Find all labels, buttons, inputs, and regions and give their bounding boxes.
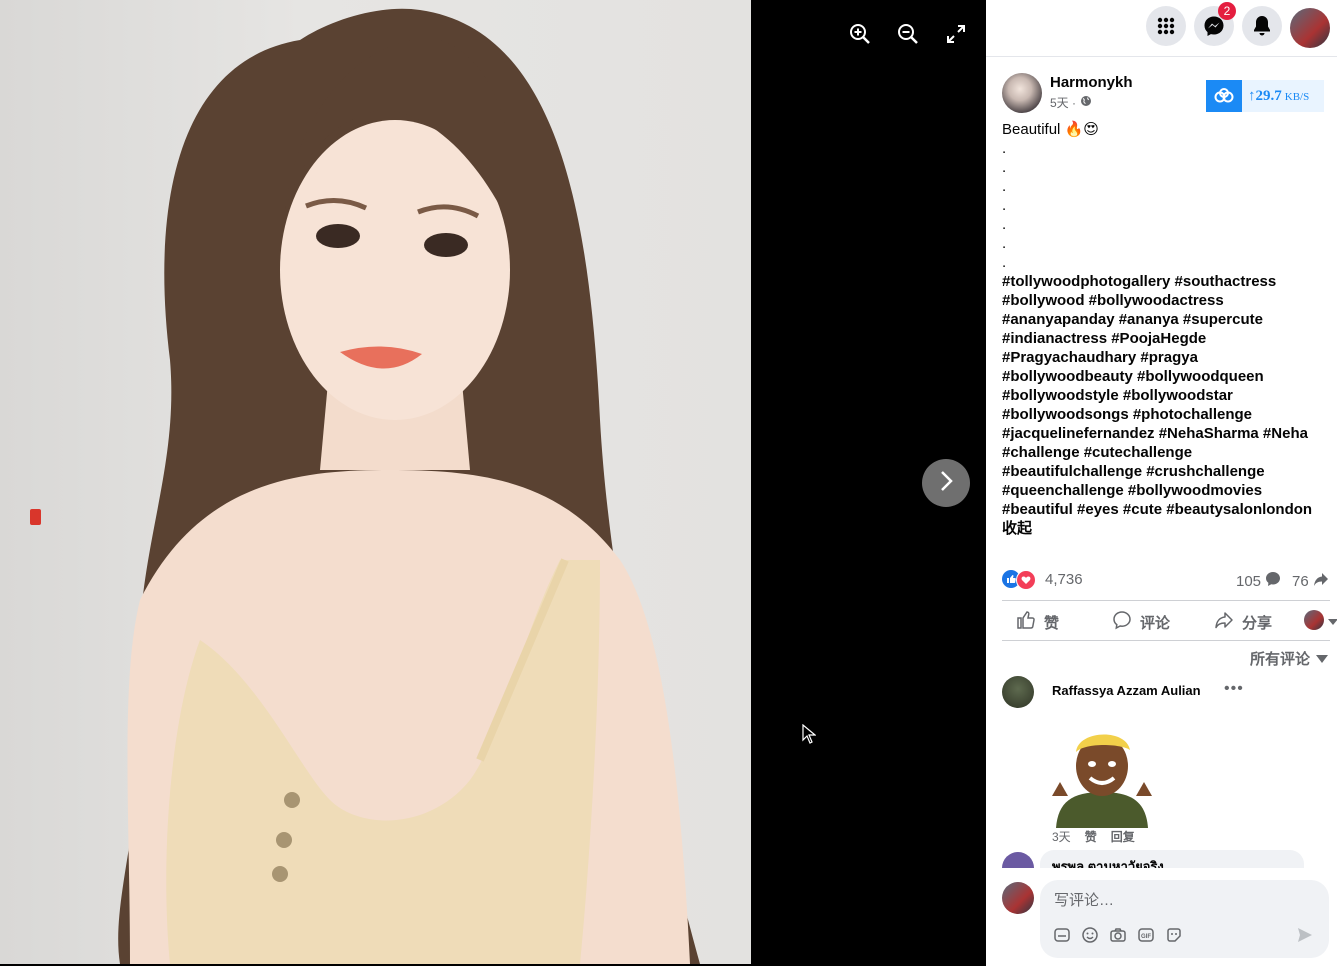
hashtag-line[interactable]: #challenge #cutechallenge xyxy=(1002,443,1332,462)
next-photo-button[interactable] xyxy=(922,459,970,507)
comment-count-link[interactable]: 105 xyxy=(1236,571,1281,591)
speed-unit: KB/S xyxy=(1284,90,1310,103)
caption-dot: . xyxy=(1002,235,1007,252)
cloud-logo-icon xyxy=(1206,80,1242,112)
post-author[interactable]: Harmonykh xyxy=(1050,74,1133,91)
post-meta: 5天 · xyxy=(1050,94,1092,111)
comment-composer: GIF xyxy=(1040,880,1329,958)
reaction-count[interactable]: 4,736 xyxy=(1045,571,1083,588)
collapse-link[interactable]: 收起 xyxy=(1002,519,1332,538)
divider xyxy=(1002,600,1330,601)
avatar-sticker-icon[interactable] xyxy=(1052,925,1072,945)
author-avatar[interactable] xyxy=(1002,73,1042,113)
caret-down-icon xyxy=(1316,650,1329,667)
commenter-name[interactable]: พรพล ตามหาวัยจริง xyxy=(1052,856,1164,868)
caption-dot: . xyxy=(1002,197,1007,214)
hashtag-line[interactable]: #bollywoodbeauty #bollywoodqueen xyxy=(1002,367,1332,386)
comment-meta: 3天 赞 回复 xyxy=(1052,828,1135,845)
commenter-name[interactable]: Raffassya Azzam Aulian xyxy=(1052,683,1201,698)
share-button[interactable]: 分享 xyxy=(1214,610,1272,634)
hashtag-list: #tollywoodphotogallery #southactress #bo… xyxy=(1002,272,1332,519)
comment-input[interactable] xyxy=(1052,888,1316,912)
fullscreen-icon[interactable] xyxy=(942,20,970,48)
caption-dot: . xyxy=(1002,254,1007,271)
hashtag-line[interactable]: #Pragyachaudhary #pragya xyxy=(1002,348,1332,367)
post-photo[interactable] xyxy=(0,0,751,964)
gif-icon[interactable]: GIF xyxy=(1136,925,1156,945)
zoom-in-icon[interactable] xyxy=(846,20,874,48)
hashtag-line[interactable]: #jacquelinefernandez #NehaSharma #Neha xyxy=(1002,424,1332,443)
comment-sticker xyxy=(1042,722,1162,828)
red-tag-icon xyxy=(30,509,41,525)
messenger-badge: 2 xyxy=(1218,2,1236,20)
comment-bubble: พรพล ตามหาวัยจริง xyxy=(1040,850,1304,868)
speed-value: 29.7 xyxy=(1255,87,1282,104)
post-action-bar: 赞 评论 分享 xyxy=(1002,602,1337,640)
comment-filter-label: 所有评论 xyxy=(1250,651,1311,668)
thumbs-up-icon xyxy=(1016,610,1036,634)
network-speed-widget: ↑29.7 KB/S xyxy=(1206,80,1324,112)
hashtag-line[interactable]: #queenchallenge #bollywoodmovies xyxy=(1002,481,1332,500)
svg-text:GIF: GIF xyxy=(1141,934,1151,940)
post-body: Beautiful 🔥😍 . . . . . . . #tollywoodpho… xyxy=(1002,120,1332,538)
caption-dot: . xyxy=(1002,159,1007,176)
photo-viewer xyxy=(0,0,986,966)
love-reaction-icon xyxy=(1016,570,1036,590)
comment-like-link[interactable]: 赞 xyxy=(1085,828,1097,845)
send-icon[interactable] xyxy=(1295,925,1315,945)
bell-icon[interactable] xyxy=(1242,6,1282,46)
post-time[interactable]: 5天 · xyxy=(1050,94,1076,111)
comment-bubble-icon xyxy=(1265,571,1281,591)
my-avatar[interactable] xyxy=(1002,882,1034,914)
portrait-illustration xyxy=(118,8,700,964)
zoom-out-icon[interactable] xyxy=(894,20,922,48)
grid-menu-icon[interactable] xyxy=(1146,6,1186,46)
camera-icon[interactable] xyxy=(1108,925,1128,945)
post-caption: Beautiful 🔥😍 xyxy=(1002,121,1099,138)
selector-avatar xyxy=(1304,610,1324,630)
commenter-avatar[interactable] xyxy=(1002,676,1034,708)
post-as-selector[interactable] xyxy=(1304,610,1337,630)
comment-label: 评论 xyxy=(1140,614,1171,632)
hashtag-line[interactable]: #indianactress #PoojaHegde xyxy=(1002,329,1332,348)
sticker-icon[interactable] xyxy=(1164,925,1184,945)
share-count: 76 xyxy=(1292,572,1309,590)
hashtag-line[interactable]: #bollywoodsongs #photochallenge xyxy=(1002,405,1332,424)
hashtag-line[interactable]: #beautifulchallenge #crushchallenge xyxy=(1002,462,1332,481)
share-arrow-icon xyxy=(1313,571,1329,591)
like-button[interactable]: 赞 xyxy=(1016,610,1059,634)
post-panel: 2 Harmonykh 5天 · ↑29.7 KB/S Beautiful 🔥😍 … xyxy=(986,0,1337,966)
hashtag-line[interactable]: #ananyapanday #ananya #supercute xyxy=(1002,310,1332,329)
emoji-icon[interactable] xyxy=(1080,925,1100,945)
hashtag-line[interactable]: #bollywood #bollywoodactress xyxy=(1002,291,1332,310)
top-bar: 2 xyxy=(986,0,1337,57)
share-icon xyxy=(1214,610,1234,634)
mouse-cursor-icon xyxy=(802,723,817,749)
caption-dot: . xyxy=(1002,216,1007,233)
comment-count: 105 xyxy=(1236,572,1262,590)
chevron-right-icon xyxy=(938,469,954,498)
comment-reply-link[interactable]: 回复 xyxy=(1111,828,1135,845)
hashtag-line[interactable]: #beautiful #eyes #cute #beautysalonlondo… xyxy=(1002,500,1332,519)
hashtag-line[interactable]: #bollywoodstyle #bollywoodstar xyxy=(1002,386,1332,405)
divider xyxy=(1002,640,1330,641)
comment-filter-dropdown[interactable]: 所有评论 xyxy=(1250,648,1329,669)
comment-time[interactable]: 3天 xyxy=(1052,828,1071,845)
speed-readout: ↑29.7 KB/S xyxy=(1248,88,1309,105)
reaction-summary: 4,736 105 76 xyxy=(1002,568,1332,590)
account-avatar[interactable] xyxy=(1290,8,1330,48)
comment-icon xyxy=(1112,610,1132,634)
share-label: 分享 xyxy=(1242,614,1273,632)
caption-dot: . xyxy=(1002,178,1007,195)
upload-arrow-icon: ↑ xyxy=(1248,87,1256,104)
caret-down-icon xyxy=(1328,612,1337,629)
globe-icon xyxy=(1080,95,1092,110)
share-count-link[interactable]: 76 xyxy=(1292,571,1329,591)
hashtag-line[interactable]: #tollywoodphotogallery #southactress xyxy=(1002,272,1332,291)
like-label: 赞 xyxy=(1044,614,1060,632)
more-options-icon[interactable]: ••• xyxy=(1224,680,1244,698)
caption-dot: . xyxy=(1002,140,1007,157)
comment-button[interactable]: 评论 xyxy=(1112,610,1170,634)
